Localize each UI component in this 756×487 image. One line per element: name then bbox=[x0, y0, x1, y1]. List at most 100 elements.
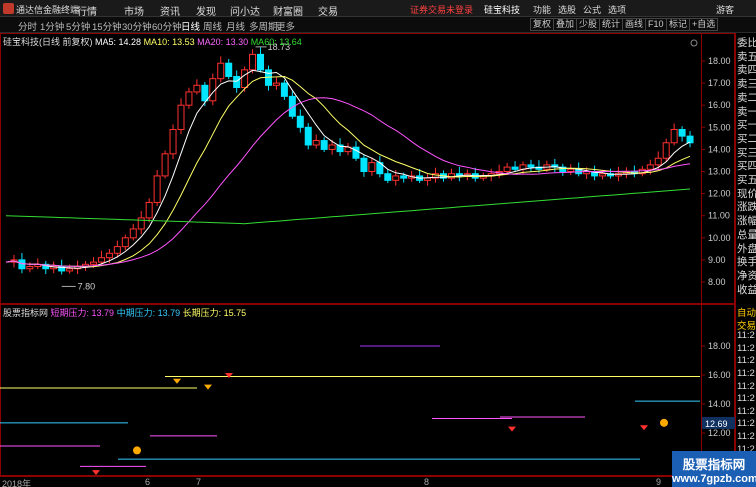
login-warning[interactable]: 证券交易未登录 bbox=[410, 3, 473, 16]
indicator-chart[interactable]: 18.0016.0014.0012.0010.0012.69 股票指标网 短期压… bbox=[0, 304, 756, 476]
fewer-stocks-button[interactable]: 少股 bbox=[576, 18, 601, 31]
site-watermark: 股票指标网 www.7gpzb.com bbox=[672, 451, 756, 487]
candle-body bbox=[201, 84, 209, 102]
zoom-icon bbox=[690, 39, 698, 47]
current-stock-name: 硅宝科技 bbox=[484, 5, 521, 15]
tick-time-label: 11:2 bbox=[737, 330, 755, 342]
ma10-label: MA10: 13.53 bbox=[143, 37, 195, 47]
ma20-label: MA20: 13.30 bbox=[197, 37, 249, 47]
short-pressure-label: 短期压力: 13.79 bbox=[50, 308, 115, 318]
candle-body bbox=[233, 75, 241, 89]
tick-time-label: 11:2 bbox=[737, 393, 755, 405]
candle-body bbox=[249, 53, 257, 71]
candle-body bbox=[678, 129, 686, 137]
menu-gongshi[interactable]: 公式 bbox=[583, 3, 601, 16]
long-pressure-label: 长期压力: 15.75 bbox=[182, 308, 247, 318]
y-tick-label: 8.00 bbox=[708, 277, 726, 287]
date-axis: 2018年 6 7 8 9 bbox=[0, 476, 735, 487]
candle-body bbox=[145, 201, 153, 219]
candle-body bbox=[217, 62, 225, 80]
menu-zixun[interactable]: 资讯 bbox=[160, 3, 180, 18]
period-60min[interactable]: 60分钟 bbox=[152, 19, 182, 33]
menu-gongneng[interactable]: 功能 bbox=[533, 3, 551, 16]
menu-jiaoyi[interactable]: 交易 bbox=[318, 3, 338, 18]
period-1min[interactable]: 1分钟 bbox=[40, 19, 64, 33]
fuquan-button[interactable]: 复权 bbox=[530, 18, 555, 31]
date-label-jul: 7 bbox=[196, 477, 202, 487]
date-label-sep: 9 bbox=[656, 477, 662, 487]
candle-body bbox=[447, 173, 455, 179]
menu-wenxiaoda[interactable]: 问小达 bbox=[230, 3, 260, 18]
signal-marker-icon bbox=[204, 384, 212, 390]
period-daily[interactable]: 日线 bbox=[181, 19, 200, 33]
ma20-line bbox=[5, 97, 691, 267]
kline-chart[interactable]: 18.00 17.00 16.00 15.00 14.00 13.00 12.00 11.00… bbox=[0, 33, 756, 304]
ma60-label: MA60: 13.64 bbox=[250, 37, 302, 47]
menu-faxian[interactable]: 发现 bbox=[196, 3, 216, 18]
y-tick-label: 12.00 bbox=[708, 189, 731, 199]
mark-button[interactable]: 标记 bbox=[666, 18, 691, 31]
candle-body bbox=[312, 140, 320, 146]
candle-body bbox=[161, 153, 169, 177]
signal-marker-icon bbox=[225, 373, 233, 378]
y-tick-label: 14.00 bbox=[708, 399, 731, 409]
y-tick-label: 12.00 bbox=[708, 428, 731, 438]
signal-marker-icon bbox=[640, 425, 648, 431]
menu-hangqing[interactable]: 行情 bbox=[77, 3, 97, 18]
candle-body bbox=[686, 135, 694, 144]
candle-body bbox=[320, 140, 328, 150]
guest-label[interactable]: 游客 bbox=[716, 3, 734, 16]
stats-button[interactable]: 统计 bbox=[599, 18, 624, 31]
signal-marker-icon bbox=[173, 378, 181, 384]
candle-body bbox=[400, 175, 408, 179]
date-label-year: 2018年 bbox=[2, 479, 32, 487]
candle-body bbox=[137, 217, 145, 230]
menu-xuangu[interactable]: 选股 bbox=[558, 3, 576, 16]
kline-chart-canvas: 18.00 17.00 16.00 15.00 14.00 13.00 12.00 11.00… bbox=[0, 33, 735, 304]
candle-body bbox=[169, 129, 177, 155]
period-more[interactable]: 更多 bbox=[276, 19, 295, 33]
indicator-frame bbox=[0, 304, 735, 476]
period-30min[interactable]: 30分钟 bbox=[122, 19, 152, 33]
tick-time-label: 11:2 bbox=[737, 355, 755, 367]
y-tick-label: 16.00 bbox=[708, 370, 731, 380]
period-monthly[interactable]: 月线 bbox=[226, 19, 245, 33]
candle-body bbox=[503, 166, 511, 173]
indicator-title: 股票指标网 bbox=[3, 308, 49, 318]
candle-body bbox=[113, 246, 121, 254]
y-tick-label: 18.00 bbox=[708, 56, 731, 66]
menu-shichang[interactable]: 市场 bbox=[124, 3, 144, 18]
candle-body bbox=[646, 164, 654, 170]
period-15min[interactable]: 15分钟 bbox=[92, 19, 122, 33]
candle-body bbox=[384, 173, 392, 181]
period-multi[interactable]: 多周期 bbox=[249, 19, 278, 33]
date-label-jun: 6 bbox=[145, 477, 151, 487]
candle-body bbox=[121, 237, 129, 248]
period-weekly[interactable]: 周线 bbox=[203, 19, 222, 33]
tick-time-label: 11:2 bbox=[737, 342, 755, 354]
candle-body bbox=[567, 168, 575, 172]
y-tick-label: 17.00 bbox=[708, 78, 731, 88]
overlay-button[interactable]: 叠加 bbox=[553, 18, 578, 31]
candle-body bbox=[527, 164, 535, 168]
app-logo-icon bbox=[3, 3, 14, 14]
candle-body bbox=[296, 115, 304, 128]
menu-caifuquan[interactable]: 财富圈 bbox=[273, 3, 303, 18]
buy-signal-icon bbox=[133, 446, 141, 455]
mid-pressure-label: 中期压力: 13.79 bbox=[116, 308, 181, 318]
buy-signal-icon bbox=[660, 418, 668, 427]
candle-body bbox=[272, 82, 280, 86]
quote-field-label: 收益 bbox=[737, 283, 756, 296]
period-fenshi[interactable]: 分时 bbox=[18, 19, 37, 33]
add-watchlist-button[interactable]: +自选 bbox=[689, 18, 719, 31]
candle-body bbox=[18, 259, 26, 270]
main-frame bbox=[0, 33, 735, 304]
draw-line-button[interactable]: 画线 bbox=[622, 18, 647, 31]
period-5min[interactable]: 5分钟 bbox=[66, 19, 90, 33]
tick-time-label: 11:2 bbox=[737, 418, 755, 430]
tick-time-label: 11:2 bbox=[737, 368, 755, 379]
y-tick-label: 14.00 bbox=[708, 144, 731, 154]
candle-body bbox=[89, 261, 97, 265]
menu-xuanxiang[interactable]: 选项 bbox=[608, 3, 626, 16]
f10-button[interactable]: F10 bbox=[645, 18, 667, 31]
